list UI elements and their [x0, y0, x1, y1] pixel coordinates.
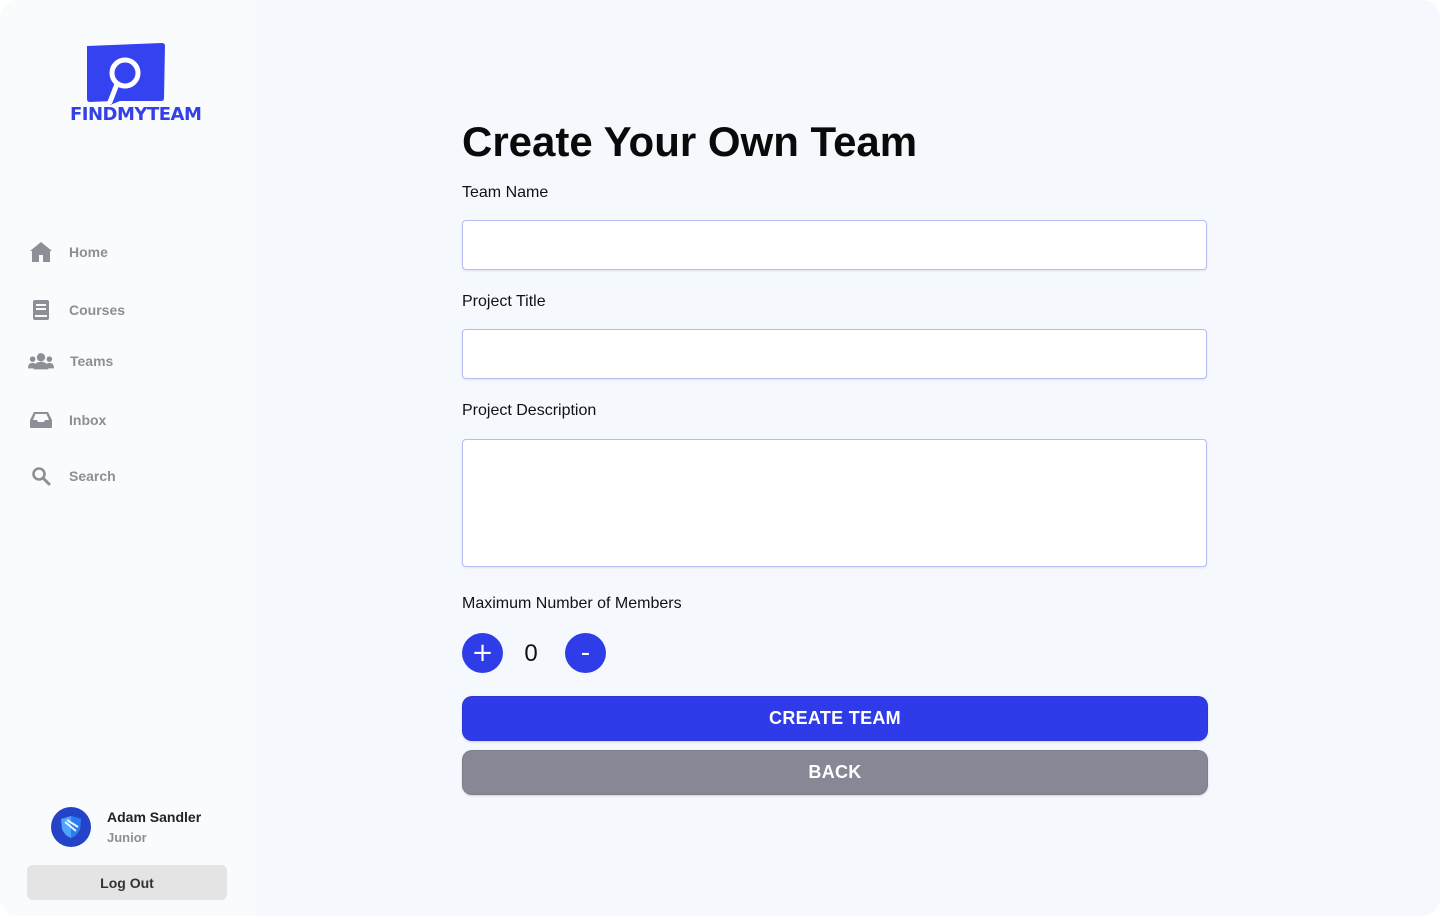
sidebar-item-home[interactable]: Home [28, 239, 108, 265]
users-icon [28, 348, 54, 374]
logout-button[interactable]: Log Out [27, 865, 227, 900]
back-button[interactable]: BACK [462, 750, 1208, 795]
team-name-input[interactable] [462, 220, 1207, 270]
sidebar-item-label: Teams [70, 353, 114, 369]
project-title-label: Project Title [462, 293, 546, 310]
sidebar-item-label: Inbox [69, 412, 107, 428]
user-year: Junior [107, 830, 147, 845]
page-title: Create Your Own Team [462, 118, 918, 165]
sidebar-item-inbox[interactable]: Inbox [28, 407, 106, 433]
project-description-textarea[interactable] [462, 439, 1207, 567]
user-name: Adam Sandler [107, 809, 202, 825]
create-team-button[interactable]: CREATE TEAM [462, 696, 1208, 741]
increment-members-button[interactable]: + [462, 633, 503, 673]
avatar [51, 807, 91, 847]
user-info: Adam Sandler Junior [107, 809, 201, 845]
book-icon [28, 297, 54, 323]
sidebar-item-label: Search [69, 468, 116, 484]
sidebar-item-label: Home [69, 244, 108, 260]
members-count: 0 [524, 640, 538, 667]
project-description-label: Project Description [462, 402, 597, 419]
app-window: FINDMYTEAM Home Courses Teams Inbox Sear… [0, 0, 1440, 916]
sidebar-item-label: Courses [69, 302, 126, 318]
home-icon [28, 239, 54, 265]
sidebar-item-search[interactable]: Search [28, 463, 116, 489]
decrement-members-button[interactable]: - [565, 633, 606, 673]
inbox-icon [28, 407, 54, 433]
sidebar-item-teams[interactable]: Teams [28, 348, 113, 374]
user-profile[interactable]: Adam Sandler Junior [51, 807, 201, 847]
brand-name: FINDMYTEAM [70, 104, 202, 125]
logo-icon [87, 43, 165, 105]
search-icon [28, 463, 54, 489]
findmyteam-logo[interactable]: FINDMYTEAM [70, 42, 202, 132]
team-name-label: Team Name [462, 184, 549, 201]
project-title-input[interactable] [462, 329, 1207, 379]
max-members-label: Maximum Number of Members [462, 595, 682, 612]
sidebar-item-courses[interactable]: Courses [28, 297, 125, 323]
sidebar: FINDMYTEAM Home Courses Teams Inbox Sear… [0, 0, 256, 916]
shield-avatar-icon [61, 816, 81, 838]
